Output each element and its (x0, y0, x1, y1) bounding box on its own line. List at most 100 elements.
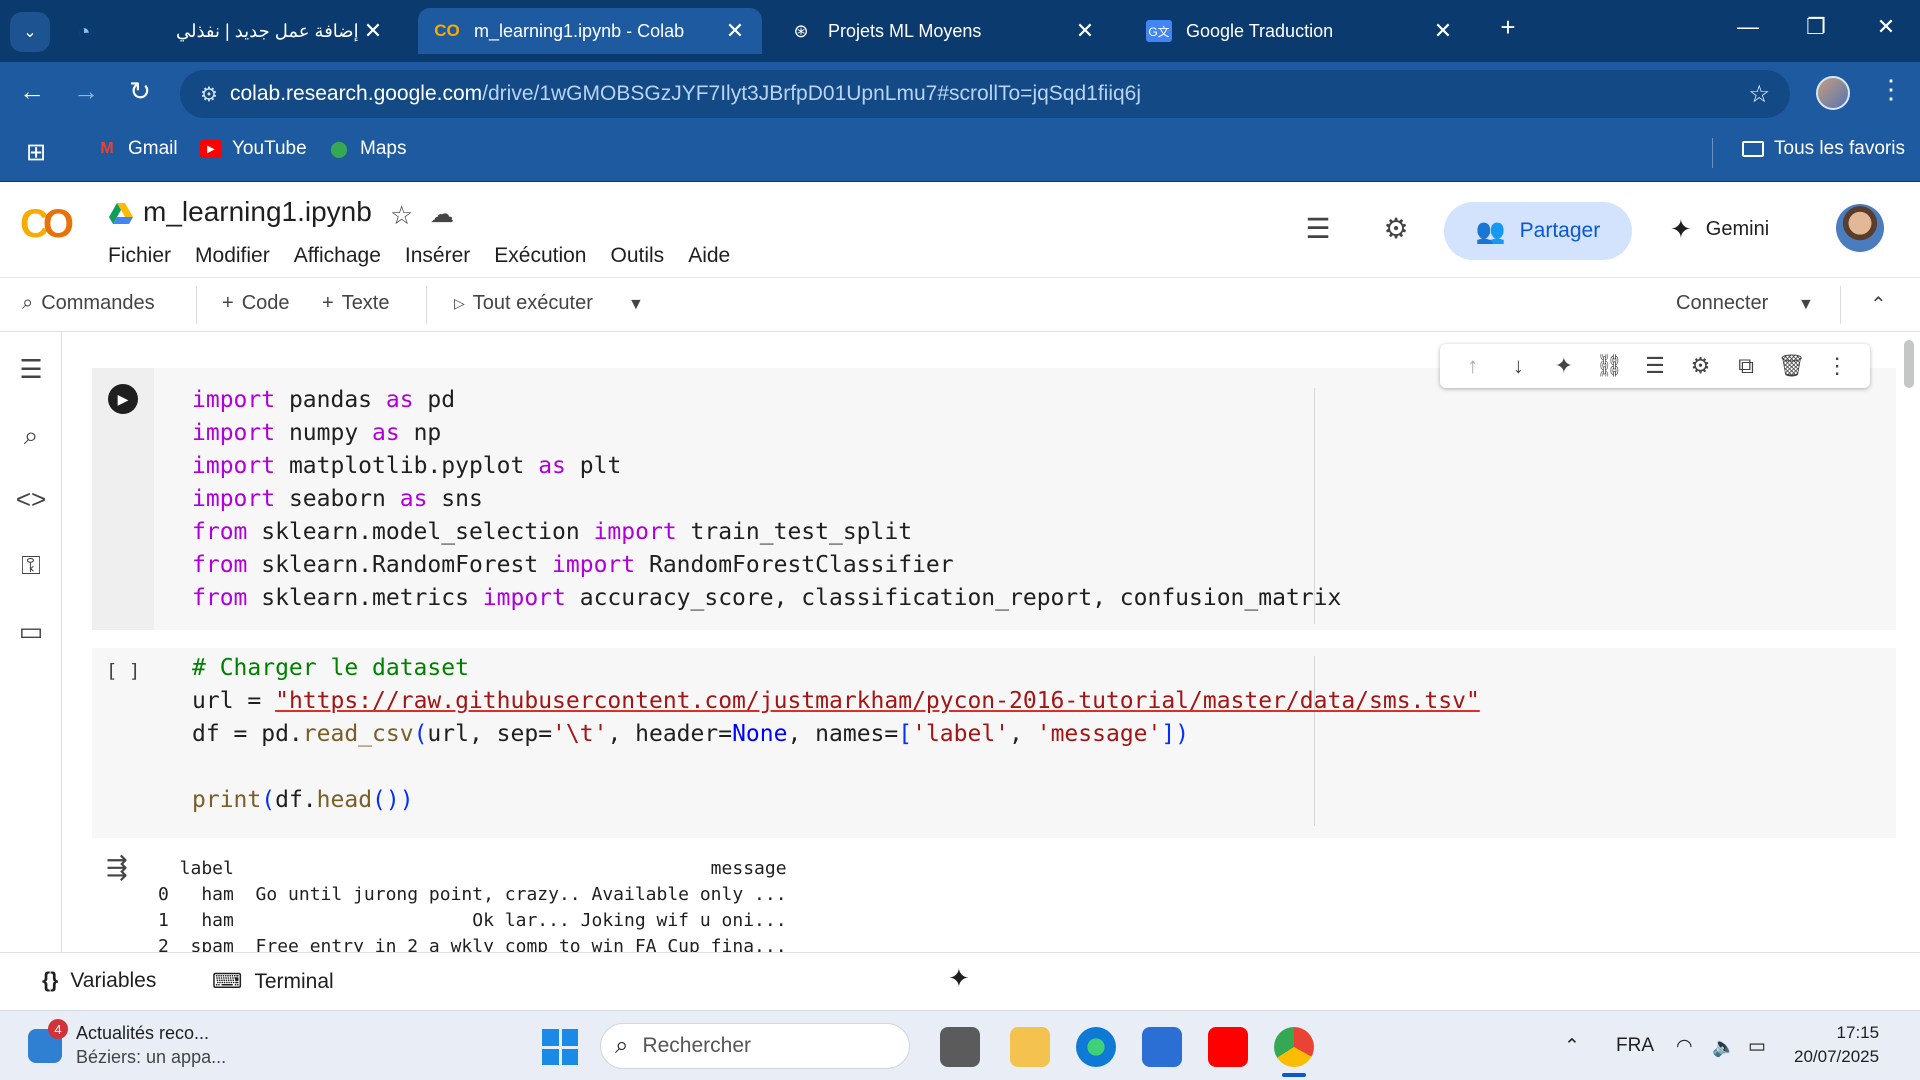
menu-fichier[interactable]: Fichier (108, 244, 171, 268)
play-icon: ▷ (454, 295, 465, 311)
link-icon[interactable]: ⛓ (1593, 353, 1625, 379)
url-input[interactable]: ⚙ colab.research.google.com/drive/1wGMOB… (180, 70, 1790, 118)
colab-logo[interactable]: CO (20, 202, 74, 247)
move-cell-up-icon[interactable]: ↑ (1457, 353, 1489, 379)
terminal-label: Terminal (254, 969, 334, 993)
taskbar-search-input[interactable]: ⌕ Rechercher (600, 1023, 910, 1069)
menu-modifier[interactable]: Modifier (195, 244, 270, 268)
minimize-icon[interactable]: — (1728, 14, 1768, 40)
close-icon[interactable]: ✕ (724, 18, 746, 44)
menu-inserer[interactable]: Insérer (405, 244, 470, 268)
tray-chevron-up-icon[interactable]: ⌃ (1564, 1035, 1580, 1058)
windows-start-icon[interactable] (542, 1029, 578, 1065)
table-of-contents-icon[interactable]: ☰ (14, 354, 48, 388)
gemini-button[interactable]: ✦ Gemini (1670, 214, 1769, 245)
secrets-key-icon[interactable]: ⚿ (14, 550, 48, 584)
find-replace-icon[interactable]: ⌕ (14, 420, 48, 454)
battery-icon[interactable]: ▭ (1748, 1035, 1766, 1058)
code-snippets-icon[interactable]: <> (14, 484, 48, 518)
google-drive-icon[interactable] (108, 202, 134, 226)
delete-trash-icon[interactable]: 🗑 (1776, 353, 1808, 379)
news-subtitle[interactable]: Béziers: un appa... (76, 1047, 226, 1068)
menu-affichage[interactable]: Affichage (294, 244, 381, 268)
wifi-icon[interactable]: ◠ (1676, 1035, 1693, 1058)
news-title[interactable]: Actualités reco... (76, 1023, 209, 1044)
commands-button[interactable]: ⌕ Commandes (22, 292, 155, 315)
forward-icon[interactable]: → (68, 76, 104, 107)
menu-execution[interactable]: Exécution (494, 244, 586, 268)
back-icon[interactable]: ← (14, 76, 50, 107)
collapse-header-chevron-icon[interactable]: ⌃ (1870, 292, 1887, 317)
tab-search-chevron-icon[interactable]: ⌄ (10, 12, 50, 52)
run-all-button[interactable]: ▷ Tout exécuter (454, 292, 593, 315)
tab-google-traduction[interactable]: G文 Google Traduction ✕ (1130, 8, 1470, 54)
youtube-app-icon[interactable] (1208, 1027, 1248, 1067)
browser-menu-icon[interactable]: ⋮ (1878, 74, 1904, 105)
extension-icon[interactable]: ◔ (70, 18, 98, 46)
more-vert-icon[interactable]: ⋮ (1821, 353, 1853, 379)
code-cell-imports[interactable]: ▶ import pandas as pd import numpy as np i… (92, 368, 1896, 630)
add-code-button[interactable]: + Code (222, 292, 290, 315)
youtube-icon: ▶ (200, 140, 222, 158)
tab-projets-ml[interactable]: ⊛ Projets ML Moyens ✕ (772, 8, 1112, 54)
scrollbar-thumb[interactable] (1904, 340, 1914, 388)
tab-nafedli[interactable]: إضافة عمل جديد | نفذلي ✕ (160, 8, 400, 54)
restore-icon[interactable]: ❐ (1796, 14, 1836, 40)
cell-code-editor[interactable]: # Charger le dataset url = "https://raw.g… (192, 652, 1480, 817)
notebook-title[interactable]: m_learning1.ipynb (143, 196, 372, 228)
settings-gear-icon[interactable]: ⚙ (1378, 212, 1414, 248)
app-icon[interactable] (940, 1027, 980, 1067)
new-tab-button[interactable]: + (1488, 12, 1528, 43)
move-cell-down-icon[interactable]: ↓ (1502, 353, 1534, 379)
site-info-icon[interactable]: ⚙ (200, 82, 230, 107)
share-button[interactable]: 👥 Partager (1444, 202, 1632, 260)
gemini-sparkle-icon[interactable]: ✦ (948, 963, 970, 994)
gemini-sparkle-icon[interactable]: ✦ (1548, 353, 1580, 379)
close-icon[interactable]: ✕ (1432, 18, 1454, 44)
language-indicator[interactable]: FRA (1616, 1035, 1654, 1057)
add-text-button[interactable]: + Texte (322, 292, 390, 315)
all-bookmarks-folder[interactable]: Tous les favoris (1742, 138, 1905, 160)
chrome-browser-icon[interactable] (1274, 1027, 1314, 1067)
system-clock[interactable]: 17:15 20/07/2025 (1794, 1021, 1879, 1069)
file-explorer-icon[interactable] (1010, 1027, 1050, 1067)
volume-icon[interactable]: 🔈 (1712, 1035, 1736, 1059)
user-avatar[interactable] (1836, 204, 1884, 252)
close-icon[interactable]: ✕ (362, 18, 384, 44)
menu-aide[interactable]: Aide (688, 244, 730, 268)
edge-browser-icon[interactable] (1076, 1027, 1116, 1067)
variables-tab[interactable]: {} Variables (42, 969, 156, 993)
comment-icon[interactable]: ☰ (1639, 353, 1671, 379)
run-options-chevron-icon[interactable]: ▼ (628, 296, 644, 314)
comments-icon[interactable]: ☰ (1300, 212, 1336, 248)
connect-options-chevron-icon[interactable]: ▼ (1798, 296, 1814, 314)
browser-profile-avatar[interactable] (1816, 76, 1850, 110)
bookmark-youtube[interactable]: ▶ YouTube (200, 138, 307, 160)
tab-colab[interactable]: CO m_learning1.ipynb - Colab ✕ (418, 8, 762, 54)
cell-settings-gear-icon[interactable]: ⚙ (1685, 353, 1717, 379)
bookmark-gmail[interactable]: M Gmail (96, 138, 177, 160)
files-folder-icon[interactable]: ▭ (14, 616, 48, 650)
star-notebook-icon[interactable]: ☆ (390, 200, 413, 231)
toolbar-divider (196, 286, 197, 324)
terminal-tab[interactable]: ⌨ Terminal (212, 969, 334, 994)
close-window-icon[interactable]: ✕ (1866, 14, 1906, 40)
cell-output: label message 0 ham Go until jurong point… (158, 856, 787, 960)
tab-title: m_learning1.ipynb - Colab (474, 20, 685, 41)
code-cell-load-dataset[interactable]: [ ] # Charger le dataset url = "https://r… (92, 648, 1896, 838)
menu-outils[interactable]: Outils (611, 244, 665, 268)
mirror-cell-icon[interactable]: ⧉ (1730, 353, 1762, 379)
cloud-saved-icon[interactable]: ☁ (430, 200, 454, 229)
bookmarks-divider (1712, 138, 1713, 168)
reload-icon[interactable]: ↻ (122, 76, 158, 107)
output-actions-icon[interactable]: ⇶ (106, 852, 128, 883)
bookmark-star-icon[interactable]: ☆ (1748, 80, 1770, 109)
connect-button[interactable]: Connecter (1676, 292, 1768, 315)
cell-code-editor[interactable]: import pandas as pd import numpy as np imp… (192, 384, 1341, 615)
close-icon[interactable]: ✕ (1074, 18, 1096, 44)
bookmark-maps[interactable]: ⬤ Maps (328, 138, 406, 160)
run-cell-button[interactable]: ▶ (108, 384, 138, 414)
apps-grid-icon[interactable]: ⊞ (26, 138, 46, 167)
microsoft-store-icon[interactable] (1142, 1027, 1182, 1067)
